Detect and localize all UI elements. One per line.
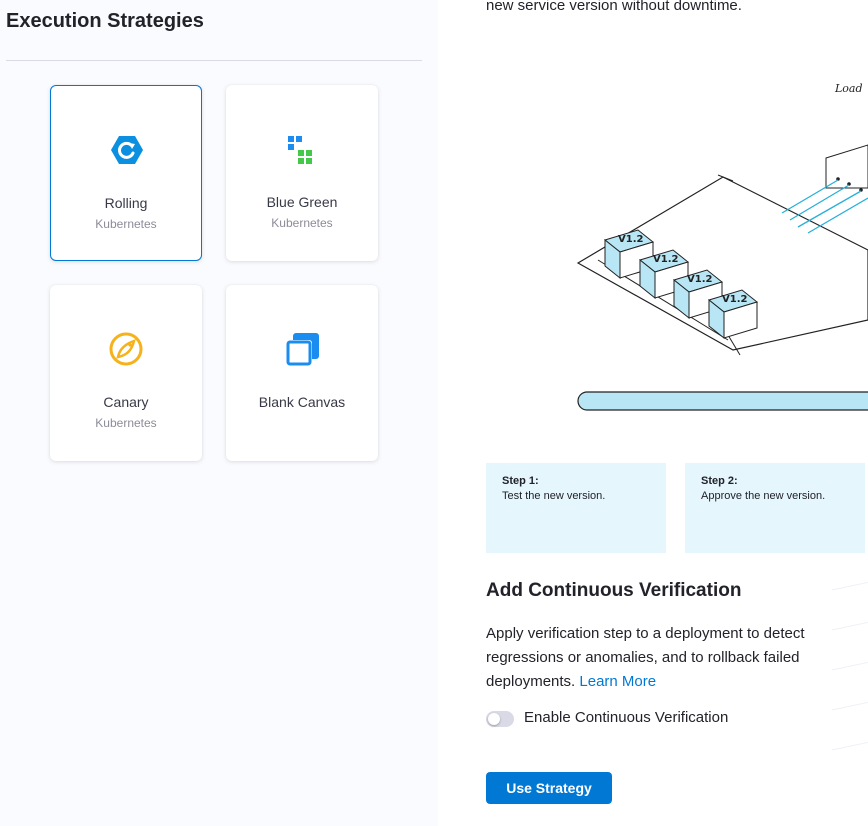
- strategy-card-rolling[interactable]: Rolling Kubernetes: [50, 85, 202, 261]
- card-label: Blank Canvas: [258, 394, 346, 410]
- strategy-card-blank-canvas[interactable]: Blank Canvas: [226, 285, 378, 461]
- card-sublabel: Kubernetes: [271, 216, 333, 230]
- version-label: V1.2: [687, 274, 712, 285]
- step-title: Step 1:: [502, 475, 539, 487]
- continuous-verification-toggle[interactable]: [486, 711, 514, 727]
- divider: [6, 60, 422, 61]
- rolling-deployment-diagram: Load V1.2 V1.2 V1.2 V1.2: [568, 70, 868, 420]
- panel-title: Execution Strategies: [6, 10, 204, 32]
- use-strategy-button[interactable]: Use Strategy: [486, 772, 612, 804]
- continuous-verification-title: Add Continuous Verification: [486, 580, 742, 601]
- card-sublabel: Kubernetes: [95, 217, 157, 231]
- version-label: V1.2: [618, 234, 643, 245]
- step-text: Approve the new version.: [701, 490, 826, 502]
- blank-canvas-icon: [284, 331, 320, 367]
- strategy-card-blue-green[interactable]: Blue Green Kubernetes: [226, 85, 378, 261]
- step-2-box: Step 2: Approve the new version.: [685, 463, 865, 553]
- card-sublabel: Kubernetes: [95, 416, 157, 430]
- background-decoration: [830, 580, 868, 760]
- card-label: Rolling: [104, 195, 148, 211]
- rolling-icon: [109, 132, 145, 168]
- blue-green-icon: [284, 131, 320, 167]
- canary-icon: [108, 331, 144, 367]
- step-title: Step 2:: [701, 475, 738, 487]
- version-label: V1.2: [653, 254, 678, 265]
- load-label: Load: [834, 82, 863, 95]
- toggle-knob: [488, 713, 500, 725]
- version-label: V1.2: [722, 294, 747, 305]
- continuous-verification-description: Apply verification step to a deployment …: [486, 622, 816, 694]
- strategy-card-canary[interactable]: Canary Kubernetes: [50, 285, 202, 461]
- learn-more-link[interactable]: Learn More: [579, 673, 656, 690]
- step-text: Test the new version.: [502, 490, 606, 502]
- card-label: Blue Green: [266, 194, 338, 210]
- strategy-details-panel: new service version without downtime. Lo…: [438, 0, 868, 826]
- strategy-description: new service version without downtime.: [486, 0, 742, 14]
- strategy-list-panel: Execution Strategies Rolling Kubernetes: [0, 0, 438, 826]
- step-1-box: Step 1: Test the new version.: [486, 463, 666, 553]
- toggle-label: Enable Continuous Verification: [524, 709, 729, 726]
- card-label: Canary: [103, 394, 149, 410]
